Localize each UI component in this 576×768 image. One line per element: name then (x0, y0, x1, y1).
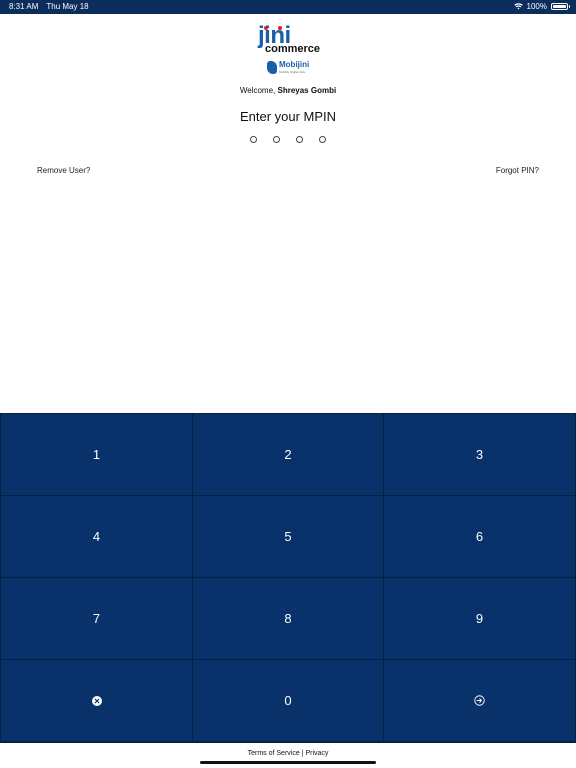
key-1[interactable]: 1 (1, 414, 192, 495)
pin-dots (250, 136, 326, 146)
footer: Terms of Service | Privacy (0, 750, 576, 757)
key-7[interactable]: 7 (1, 578, 192, 659)
numeric-keypad: 1 2 3 4 5 6 7 8 9 0 (0, 413, 576, 743)
terms-of-service-link[interactable]: Terms of Service (248, 750, 300, 757)
welcome-user-name: Shreyas Gombi (277, 86, 337, 95)
key-3[interactable]: 3 (384, 414, 575, 495)
footer-separator: | (301, 750, 304, 757)
mobijini-logo: Mobijini Mobility Digital Jinie (267, 60, 309, 76)
pin-dot (296, 136, 303, 143)
enter-arrow-icon (474, 695, 485, 706)
status-date: Thu May 18 (46, 2, 89, 11)
remove-user-link[interactable]: Remove User? (37, 166, 90, 175)
key-0[interactable]: 0 (193, 660, 383, 741)
wifi-icon (513, 3, 523, 10)
status-time: 8:31 AM (9, 2, 39, 11)
key-5[interactable]: 5 (193, 496, 383, 577)
logo-dot-icon (264, 26, 268, 30)
status-right: 100% (513, 2, 570, 11)
status-left: 8:31 AM Thu May 18 (9, 2, 89, 11)
mobijini-tagline: Mobility Digital Jinie (279, 70, 306, 74)
key-4[interactable]: 4 (1, 496, 192, 577)
pin-dot (273, 136, 280, 143)
key-9[interactable]: 9 (384, 578, 575, 659)
delete-key[interactable] (1, 660, 192, 741)
forgot-pin-link[interactable]: Forgot PIN? (496, 166, 539, 175)
privacy-link[interactable]: Privacy (305, 750, 328, 757)
mpin-title: Enter your MPIN (239, 109, 337, 124)
pin-dot (319, 136, 326, 143)
battery-percent: 100% (526, 2, 547, 11)
mobijini-name: Mobijini (279, 60, 310, 69)
battery-fill (553, 5, 566, 8)
submit-key[interactable] (384, 660, 575, 741)
status-bar: 8:31 AM Thu May 18 100% (0, 0, 576, 14)
key-8[interactable]: 8 (193, 578, 383, 659)
battery-icon (551, 3, 570, 10)
logo-dot-icon (278, 26, 282, 30)
mobijini-mark-icon (267, 61, 277, 74)
pin-dot (250, 136, 257, 143)
key-6[interactable]: 6 (384, 496, 575, 577)
home-indicator[interactable] (200, 761, 376, 764)
welcome-prefix: Welcome, (239, 86, 276, 95)
close-circle-icon (91, 695, 102, 706)
key-2[interactable]: 2 (193, 414, 383, 495)
logo-commerce-text: commerce (265, 43, 321, 55)
welcome-message: Welcome, Shreyas Gombi (0, 86, 576, 95)
jini-commerce-logo: jini commerce (258, 23, 324, 56)
